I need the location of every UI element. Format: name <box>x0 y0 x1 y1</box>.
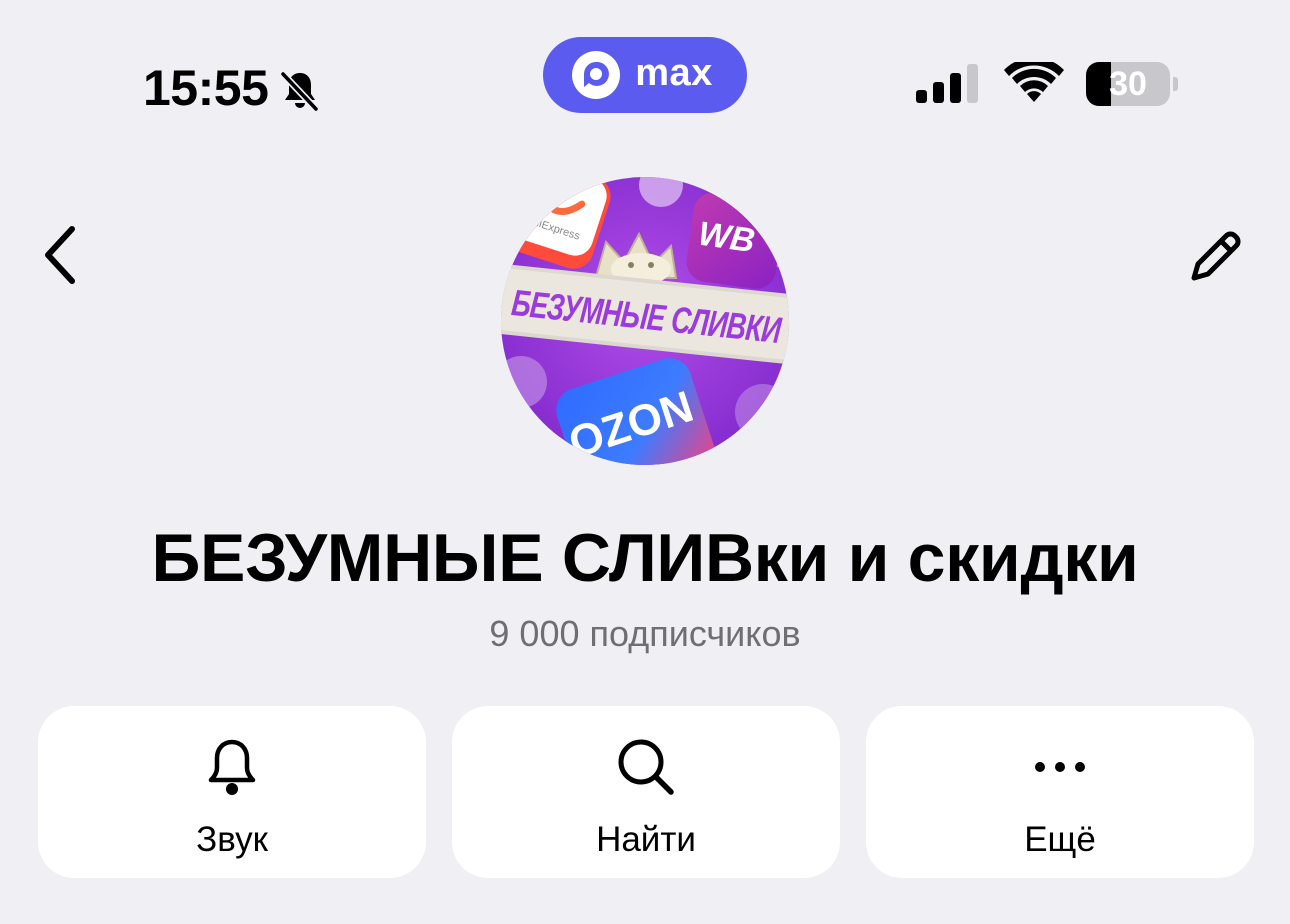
subscriber-count: 9 000 подписчиков <box>489 613 801 654</box>
bell-icon <box>199 734 265 800</box>
search-button[interactable]: Найти <box>452 706 840 878</box>
search-label: Найти <box>596 820 696 859</box>
more-icon <box>1027 734 1093 800</box>
search-icon <box>613 734 679 800</box>
channel-title: БЕЗУМНЫЕ СЛИВки и скидки <box>151 520 1139 596</box>
pencil-icon <box>1191 231 1241 281</box>
app-indicator-pill[interactable]: max <box>543 37 747 113</box>
sound-button[interactable]: Звук <box>38 706 426 878</box>
cellular-signal-icon <box>916 64 978 103</box>
more-label: Ещё <box>1024 820 1096 859</box>
channel-avatar[interactable]: AliExpress WB БЕЗУМНЫЕ СЛИВКИ OZON <box>501 177 789 465</box>
bell-off-icon <box>280 71 319 112</box>
edit-button[interactable] <box>1180 222 1250 292</box>
app-name: max <box>635 52 713 94</box>
max-logo-icon <box>572 51 621 99</box>
back-button[interactable] <box>30 220 94 290</box>
status-indicators: 30 <box>916 62 1178 106</box>
clock-text: 15:55 <box>143 60 269 116</box>
channel-profile-screen: 15:55 max 30 AliExpress WB БЕЗУМНЫЕ СЛИВ… <box>0 0 1290 924</box>
battery-body: 30 <box>1086 62 1170 106</box>
wifi-icon <box>1004 62 1064 102</box>
battery-nub <box>1173 77 1178 91</box>
sound-label: Звук <box>196 820 268 859</box>
avatar-image: AliExpress WB БЕЗУМНЫЕ СЛИВКИ OZON <box>501 177 789 465</box>
chevron-left-icon <box>45 226 75 284</box>
action-buttons-row: Звук Найти Ещё <box>38 706 1254 878</box>
more-button[interactable]: Ещё <box>866 706 1254 878</box>
svg-text:WB: WB <box>696 215 757 261</box>
battery-indicator: 30 <box>1086 62 1178 106</box>
battery-level-text: 30 <box>1109 65 1147 103</box>
wb-badge: WB <box>686 192 784 289</box>
status-time: 15:55 <box>143 58 322 118</box>
